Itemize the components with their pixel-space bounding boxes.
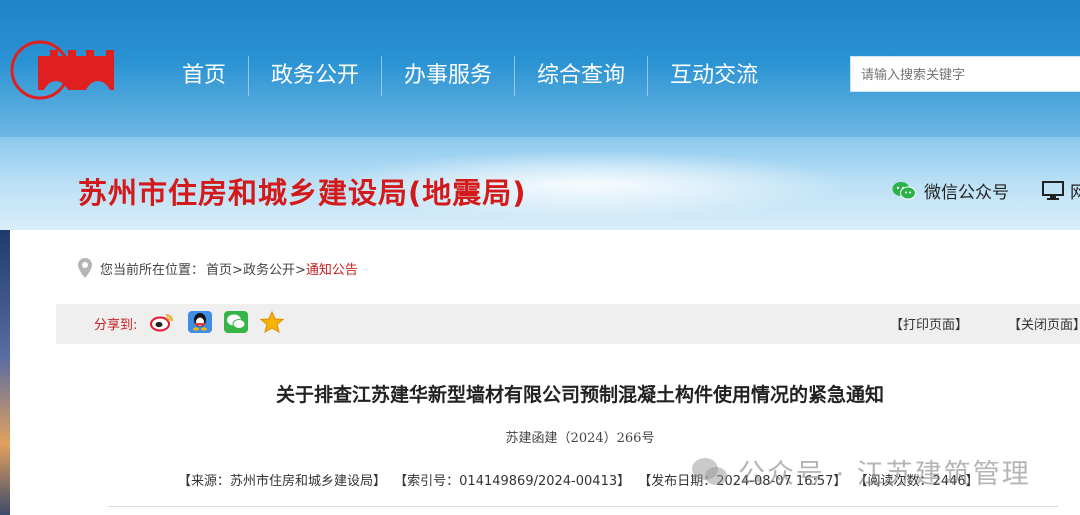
favorite-star-icon[interactable] [260, 311, 284, 333]
breadcrumb-current[interactable]: 通知公告 [306, 263, 358, 278]
location-pin-icon [78, 258, 92, 278]
watermark-text: 公众号 · 江苏建筑管理 [738, 459, 1031, 490]
pc-site-link[interactable]: 网 [1042, 178, 1080, 203]
breadcrumb: 您当前所在位置： 首页>政务公开>通知公告 [78, 258, 358, 278]
meta-index-number: 【索引号：014149869/2024-00413】 [394, 474, 631, 489]
monitor-icon [1042, 180, 1064, 200]
site-name: 苏州市住房和城乡建设局(地震局) [78, 176, 527, 210]
share-label: 分享到: [94, 318, 138, 333]
print-page-button[interactable]: 【打印页面】 [890, 314, 968, 333]
content-divider [108, 506, 1058, 507]
close-page-button[interactable]: 【关闭页面】 [1008, 314, 1080, 333]
main-nav: 首页 政务公开 办事服务 综合查询 互动交流 [160, 52, 780, 100]
article-title: 关于排查江苏建华新型墙材有限公司预制混凝土构件使用情况的紧急通知 [275, 384, 884, 406]
qq-icon[interactable] [188, 311, 212, 333]
background-city-image [0, 230, 10, 515]
nav-interaction[interactable]: 互动交流 [648, 52, 780, 100]
wechat-icon [892, 181, 916, 199]
search-input[interactable] [850, 56, 1080, 92]
meta-source: 【来源：苏州市住房和城乡建设局】 [178, 474, 387, 489]
breadcrumb-separator: > [232, 262, 243, 278]
wechat-official-account[interactable]: 微信公众号 [892, 178, 1009, 203]
pc-label: 网 [1070, 183, 1080, 203]
nav-services[interactable]: 办事服务 [382, 52, 514, 100]
breadcrumb-section[interactable]: 政务公开 [243, 263, 295, 278]
weibo-icon[interactable] [150, 311, 174, 333]
breadcrumb-separator: > [294, 262, 306, 278]
wechat-label: 微信公众号 [924, 183, 1009, 203]
watermark: 公众号 · 江苏建筑管理 [690, 452, 1031, 491]
breadcrumb-prefix: 您当前所在位置： [100, 262, 205, 278]
nav-home[interactable]: 首页 [160, 52, 248, 100]
wechat-share-icon[interactable] [224, 311, 248, 333]
breadcrumb-home[interactable]: 首页 [206, 263, 232, 278]
site-logo[interactable] [10, 36, 130, 104]
nav-query[interactable]: 综合查询 [515, 52, 647, 100]
nav-government-affairs[interactable]: 政务公开 [249, 52, 381, 100]
document-number: 苏建函建（2024）266号 [505, 431, 655, 446]
wechat-watermark-icon [692, 457, 727, 485]
